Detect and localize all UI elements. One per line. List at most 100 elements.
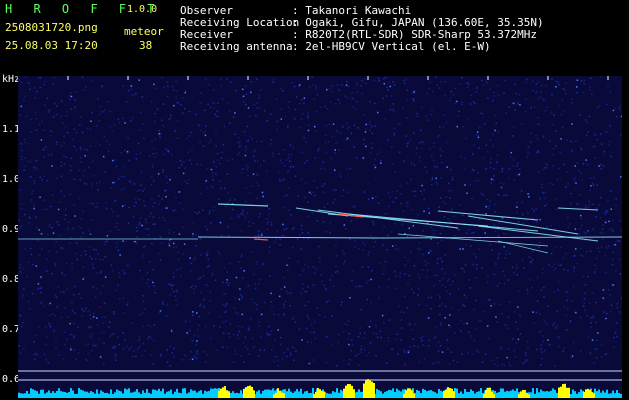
noise-dot xyxy=(207,103,209,106)
noise-dot xyxy=(557,289,559,291)
noise-dot xyxy=(338,102,341,104)
noise-dot xyxy=(296,238,299,240)
noise-dot xyxy=(256,78,258,80)
noise-dot xyxy=(143,308,146,310)
level-bar xyxy=(196,392,198,398)
noise-dot xyxy=(377,77,380,80)
noise-dot xyxy=(496,154,499,156)
noise-dot xyxy=(114,289,117,292)
noise-dot xyxy=(583,231,586,233)
noise-dot xyxy=(579,228,581,230)
noise-dot xyxy=(334,149,336,151)
noise-dot xyxy=(553,114,555,117)
noise-dot xyxy=(546,166,548,169)
noise-dot xyxy=(165,148,168,151)
noise-dot xyxy=(582,91,585,94)
noise-dot xyxy=(502,270,504,273)
noise-dot xyxy=(203,298,205,301)
noise-dot xyxy=(466,82,468,84)
noise-dot xyxy=(587,131,589,133)
noise-dot xyxy=(526,288,528,290)
noise-dot xyxy=(458,110,460,113)
noise-dot xyxy=(356,84,359,87)
noise-dot xyxy=(375,196,377,198)
spectrogram xyxy=(18,76,622,398)
noise-dot xyxy=(475,256,478,258)
level-bar xyxy=(70,388,72,398)
noise-dot xyxy=(40,139,43,141)
noise-dot xyxy=(489,244,491,246)
noise-dot xyxy=(73,322,75,325)
noise-dot xyxy=(373,164,376,167)
noise-dot xyxy=(191,339,194,342)
level-bar xyxy=(538,392,540,398)
noise-dot xyxy=(371,132,373,135)
noise-dot xyxy=(205,284,208,286)
noise-dot xyxy=(237,216,240,218)
noise-dot xyxy=(175,289,177,291)
noise-dot xyxy=(312,284,315,286)
noise-dot xyxy=(257,234,260,236)
noise-dot xyxy=(150,184,153,186)
noise-dot xyxy=(588,302,591,305)
noise-dot xyxy=(93,248,95,251)
level-bar-peak xyxy=(228,391,230,398)
noise-dot xyxy=(99,259,102,261)
level-bar-peak xyxy=(275,392,277,398)
noise-dot xyxy=(292,316,295,319)
noise-dot xyxy=(299,126,301,129)
noise-dot xyxy=(569,223,571,225)
noise-dot xyxy=(258,282,260,285)
level-bar xyxy=(190,389,192,398)
noise-dot xyxy=(298,328,301,330)
noise-dot xyxy=(517,162,519,164)
noise-dot xyxy=(30,253,33,256)
noise-dot xyxy=(302,283,304,285)
noise-dot xyxy=(439,126,441,128)
noise-dot xyxy=(253,151,255,153)
noise-dot xyxy=(349,238,351,240)
noise-dot xyxy=(252,273,255,276)
noise-dot xyxy=(438,206,440,208)
noise-dot xyxy=(248,329,251,331)
noise-dot xyxy=(133,205,136,208)
noise-dot xyxy=(591,93,593,96)
noise-dot xyxy=(95,344,97,347)
noise-dot xyxy=(114,200,117,202)
noise-dot xyxy=(307,117,309,119)
noise-dot xyxy=(214,113,217,115)
noise-dot xyxy=(312,191,315,194)
noise-dot xyxy=(58,354,60,356)
noise-dot xyxy=(460,319,462,321)
noise-dot xyxy=(515,321,517,323)
noise-dot xyxy=(43,208,46,211)
noise-dot xyxy=(357,335,360,338)
noise-dot xyxy=(270,301,273,303)
noise-dot xyxy=(418,276,421,279)
noise-dot xyxy=(426,93,428,95)
level-bar-peak xyxy=(277,388,279,398)
level-bar xyxy=(168,391,170,398)
noise-dot xyxy=(211,274,214,277)
level-bar xyxy=(178,392,180,398)
level-bar-peak xyxy=(593,393,595,398)
noise-dot xyxy=(189,329,191,332)
noise-dot xyxy=(82,266,85,268)
level-bar xyxy=(258,390,260,398)
noise-dot xyxy=(363,332,366,334)
noise-dot xyxy=(281,179,284,181)
noise-dot xyxy=(59,234,61,237)
noise-dot xyxy=(563,306,565,308)
noise-dot xyxy=(612,228,614,231)
noise-dot xyxy=(19,267,21,269)
noise-dot xyxy=(430,308,432,310)
noise-dot xyxy=(404,78,407,81)
noise-dot xyxy=(556,310,558,313)
noise-dot xyxy=(601,344,603,346)
noise-dot xyxy=(23,165,26,167)
noise-dot xyxy=(158,130,161,132)
noise-dot xyxy=(548,343,551,346)
noise-dot xyxy=(522,222,525,224)
noise-dot xyxy=(492,99,494,102)
noise-dot xyxy=(372,332,375,334)
